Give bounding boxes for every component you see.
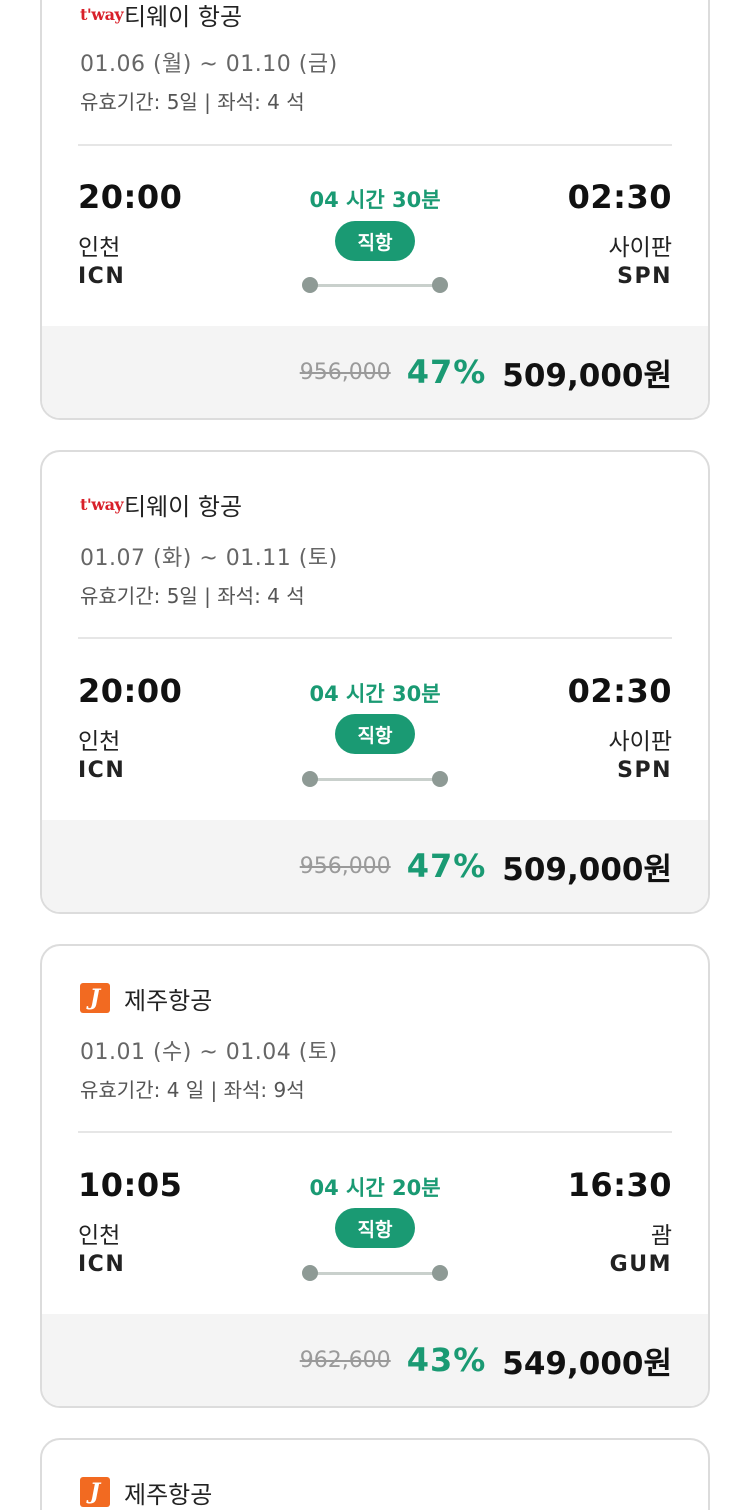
divider bbox=[78, 637, 672, 639]
travel-dates: 01.01 (수) ~ 01.04 (토) bbox=[80, 1040, 338, 1065]
discount-rate: 47% bbox=[406, 353, 487, 391]
jeju-air-logo-icon: J bbox=[80, 1477, 110, 1507]
airline-row: t'way 티웨이 항공 bbox=[80, 484, 242, 524]
original-price: 962,600 bbox=[299, 1347, 391, 1373]
sale-price: 549,000원 bbox=[502, 1345, 672, 1382]
travel-dates: 01.07 (화) ~ 01.11 (토) bbox=[80, 546, 338, 571]
departure-code: ICN bbox=[78, 1252, 126, 1277]
departure-city: 인천 bbox=[78, 235, 121, 261]
departure-code: ICN bbox=[78, 758, 126, 783]
airline-row: J 제주항공 bbox=[80, 978, 212, 1018]
destination-dot-icon bbox=[432, 771, 448, 787]
route-line bbox=[310, 1272, 440, 1275]
arrival-time: 02:30 bbox=[567, 178, 672, 216]
flight-card[interactable]: t'way 티웨이 항공 01.07 (화) ~ 01.11 (토) 유효기간:… bbox=[40, 450, 710, 914]
direct-badge: 직항 bbox=[335, 1208, 415, 1248]
arrival-code: GUM bbox=[609, 1252, 672, 1277]
flight-card[interactable]: J 제주항공 bbox=[40, 1438, 710, 1510]
sale-price: 509,000원 bbox=[502, 851, 672, 888]
origin-dot-icon bbox=[302, 277, 318, 293]
discount-rate: 43% bbox=[406, 1341, 487, 1379]
travel-dates: 01.06 (월) ~ 01.10 (금) bbox=[80, 52, 338, 77]
route-line bbox=[310, 284, 440, 287]
tway-logo-icon: t'way bbox=[80, 4, 124, 24]
airline-name: 제주항공 bbox=[124, 986, 213, 1015]
origin-dot-icon bbox=[302, 771, 318, 787]
price-bar: 956,000 47% 509,000원 bbox=[42, 820, 708, 912]
origin-dot-icon bbox=[302, 1265, 318, 1281]
arrival-city: 사이판 bbox=[608, 235, 672, 261]
departure-code: ICN bbox=[78, 264, 126, 289]
sale-price: 509,000원 bbox=[502, 357, 672, 394]
validity-seats: 유효기간: 5일 | 좌석: 4 석 bbox=[80, 584, 305, 608]
airline-name: 티웨이 항공 bbox=[124, 2, 243, 31]
divider bbox=[78, 144, 672, 146]
destination-dot-icon bbox=[432, 1265, 448, 1281]
divider bbox=[78, 1131, 672, 1133]
route-line bbox=[310, 778, 440, 781]
jeju-air-logo-icon: J bbox=[80, 983, 110, 1013]
arrival-time: 16:30 bbox=[567, 1166, 672, 1204]
airline-row: t'way 티웨이 항공 bbox=[80, 0, 242, 34]
price-bar: 962,600 43% 549,000원 bbox=[42, 1314, 708, 1406]
discount-rate: 47% bbox=[406, 847, 487, 885]
direct-badge: 직항 bbox=[335, 714, 415, 754]
price-bar: 956,000 47% 509,000원 bbox=[42, 326, 708, 418]
flight-card[interactable]: J 제주항공 01.01 (수) ~ 01.04 (토) 유효기간: 4 일 |… bbox=[40, 944, 710, 1408]
airline-name: 제주항공 bbox=[124, 1480, 213, 1509]
validity-seats: 유효기간: 4 일 | 좌석: 9석 bbox=[80, 1078, 305, 1102]
validity-seats: 유효기간: 5일 | 좌석: 4 석 bbox=[80, 90, 305, 114]
original-price: 956,000 bbox=[299, 853, 391, 879]
flight-deal-list: t'way 티웨이 항공 01.06 (월) ~ 01.10 (금) 유효기간:… bbox=[0, 0, 750, 1510]
arrival-city: 괌 bbox=[650, 1223, 672, 1249]
arrival-city: 사이판 bbox=[608, 729, 672, 755]
destination-dot-icon bbox=[432, 277, 448, 293]
airline-row: J 제주항공 bbox=[80, 1472, 212, 1510]
arrival-code: SPN bbox=[617, 264, 672, 289]
original-price: 956,000 bbox=[299, 359, 391, 385]
direct-badge: 직항 bbox=[335, 221, 415, 261]
departure-city: 인천 bbox=[78, 729, 121, 755]
flight-card[interactable]: t'way 티웨이 항공 01.06 (월) ~ 01.10 (금) 유효기간:… bbox=[40, 0, 710, 420]
arrival-code: SPN bbox=[617, 758, 672, 783]
tway-logo-icon: t'way bbox=[80, 494, 124, 514]
airline-name: 티웨이 항공 bbox=[124, 492, 243, 521]
departure-city: 인천 bbox=[78, 1223, 121, 1249]
arrival-time: 02:30 bbox=[567, 672, 672, 710]
